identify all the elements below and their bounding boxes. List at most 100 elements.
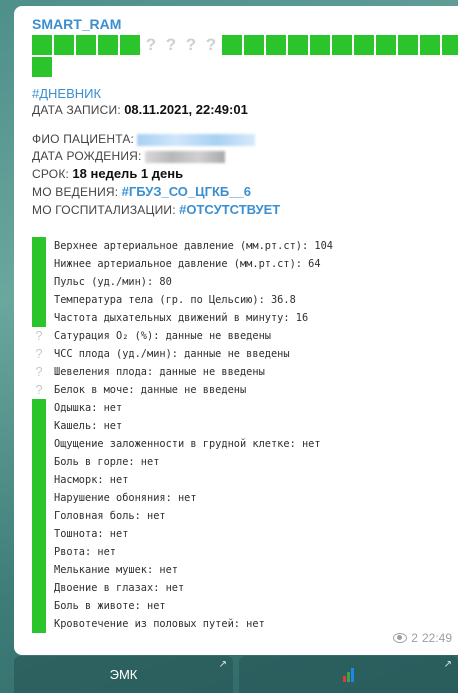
progress-square-filled xyxy=(310,35,330,55)
question-mark-icon: ? xyxy=(35,346,43,361)
progress-square-empty: ? xyxy=(165,35,177,54)
record-date-value: 08.11.2021, 22:49:01 xyxy=(124,102,248,117)
diary-item-text: Шевеления плода: данные не введены xyxy=(54,366,265,378)
green-square-icon xyxy=(32,291,46,309)
progress-square-filled xyxy=(288,35,308,55)
diary-item-text: Нижнее артериальное давление (мм.рт.ст):… xyxy=(54,258,321,270)
green-square-icon xyxy=(32,399,46,417)
green-square-icon xyxy=(32,579,46,597)
record-date-label: ДАТА ЗАПИСИ: xyxy=(32,103,121,117)
mo-hashtag[interactable]: #ГБУЗ_СО_ЦГКБ__6 xyxy=(122,184,251,199)
diary-item: Нарушение обоняния: нет xyxy=(32,489,458,507)
diary-item-text: Температура тела (гр. по Цельсию): 36.8 xyxy=(54,294,296,306)
progress-square-empty: ? xyxy=(205,35,217,54)
diary-item: Боль в животе: нет xyxy=(32,597,458,615)
green-square-icon xyxy=(32,255,46,273)
diary-items-list: Верхнее артериальное давление (мм.рт.ст)… xyxy=(32,237,458,633)
sender-name[interactable]: SMART_RAM xyxy=(32,16,458,33)
diary-item: Кашель: нет xyxy=(32,417,458,435)
progress-square-empty: ? xyxy=(145,35,157,54)
diary-item-text: Головная боль: нет xyxy=(54,510,166,522)
green-square-icon xyxy=(32,507,46,525)
diary-item-text: ЧСС плода (уд./мин): данные не введены xyxy=(54,348,290,360)
diary-item: Частота дыхательных движений в минуту: 1… xyxy=(32,309,458,327)
emk-button-label: ЭМК xyxy=(109,667,138,682)
patient-row: ФИО ПАЦИЕНТА: xyxy=(32,131,458,148)
diary-item: Пульс (уд./мин): 80 xyxy=(32,273,458,291)
green-square-icon xyxy=(32,417,46,435)
emk-button[interactable]: ЭМК ↗ xyxy=(14,656,233,693)
diary-item-text: Частота дыхательных движений в минуту: 1… xyxy=(54,312,309,324)
mo-row: МО ВЕДЕНИЯ: #ГБУЗ_СО_ЦГКБ__6 xyxy=(32,183,458,201)
term-row: СРОК: 18 недель 1 день xyxy=(32,165,458,183)
progress-square-filled xyxy=(76,35,96,55)
green-square-icon xyxy=(32,525,46,543)
inline-keyboard: ЭМК ↗ ↗ xyxy=(14,656,458,693)
diary-item: Боль в горле: нет xyxy=(32,453,458,471)
green-square-icon xyxy=(32,309,46,327)
progress-square-filled xyxy=(120,35,140,55)
diary-item: ? ЧСС плода (уд./мин): данные не введены xyxy=(32,345,458,363)
progress-square-filled xyxy=(332,35,352,55)
question-mark-icon: ? xyxy=(35,364,43,379)
diary-item-text: Тошнота: нет xyxy=(54,528,129,540)
progress-square-empty: ? xyxy=(185,35,197,54)
green-square-icon xyxy=(32,435,46,453)
progress-square-filled xyxy=(354,35,374,55)
diary-item-text: Кашель: нет xyxy=(54,420,123,432)
green-square-icon xyxy=(32,471,46,489)
eye-icon xyxy=(393,633,408,643)
bar-chart-icon xyxy=(343,667,354,682)
diary-item: Головная боль: нет xyxy=(32,507,458,525)
hosp-hashtag[interactable]: #ОТСУТСТВУЕТ xyxy=(179,202,280,217)
green-square-icon xyxy=(32,237,46,255)
chart-button[interactable]: ↗ xyxy=(239,656,458,693)
progress-square-filled xyxy=(398,35,418,55)
diary-item: Температура тела (гр. по Цельсию): 36.8 xyxy=(32,291,458,309)
diary-item-text: Сатурация O₂ (%): данные не введены xyxy=(54,330,271,342)
progress-square-filled xyxy=(376,35,396,55)
green-square-icon xyxy=(32,453,46,471)
diary-item-text: Одышка: нет xyxy=(54,402,123,414)
green-square-icon xyxy=(32,489,46,507)
progress-square-filled xyxy=(244,35,264,55)
diary-item: Двоение в глазах: нет xyxy=(32,579,458,597)
diary-item-text: Пульс (уд./мин): 80 xyxy=(54,276,172,288)
progress-square-filled xyxy=(266,35,286,55)
diary-item-text: Ощущение заложенности в грудной клетке: … xyxy=(54,438,321,450)
arrow-up-right-icon: ↗ xyxy=(218,659,227,670)
green-square-icon xyxy=(32,615,46,633)
mo-label: МО ВЕДЕНИЯ: xyxy=(32,185,119,199)
diary-item: ? Шевеления плода: данные не введены xyxy=(32,363,458,381)
diary-item: Насморк: нет xyxy=(32,471,458,489)
progress-square-filled xyxy=(222,35,242,55)
diary-item-text: Кровотечение из половых путей: нет xyxy=(54,618,265,630)
progress-indicator: ???? xyxy=(32,35,458,79)
term-value: 18 недель 1 день xyxy=(72,166,184,181)
green-square-icon xyxy=(32,597,46,615)
hosp-label: МО ГОСПИТАЛИЗАЦИИ: xyxy=(32,203,176,217)
diary-hashtag[interactable]: #ДНЕВНИК xyxy=(32,86,458,101)
question-mark-icon: ? xyxy=(35,382,43,397)
diary-item-text: Боль в животе: нет xyxy=(54,600,166,612)
term-label: СРОК: xyxy=(32,167,70,181)
diary-item: Рвота: нет xyxy=(32,543,458,561)
hosp-row: МО ГОСПИТАЛИЗАЦИИ: #ОТСУТСТВУЕТ xyxy=(32,201,458,219)
green-square-icon xyxy=(32,561,46,579)
green-square-icon xyxy=(32,543,46,561)
diary-item: Тошнота: нет xyxy=(32,525,458,543)
progress-square-filled xyxy=(420,35,440,55)
patient-name-redacted xyxy=(137,133,256,146)
diary-item-text: Мелькание мушек: нет xyxy=(54,564,178,576)
diary-item-text: Двоение в глазах: нет xyxy=(54,582,185,594)
record-date-row: ДАТА ЗАПИСИ: 08.11.2021, 22:49:01 xyxy=(32,101,458,119)
birth-label: ДАТА РОЖДЕНИЯ: xyxy=(32,149,142,163)
message-bubble: SMART_RAM ???? #ДНЕВНИК ДАТА ЗАПИСИ: 08.… xyxy=(14,6,458,655)
progress-square-filled xyxy=(32,35,52,55)
progress-square-filled xyxy=(54,35,74,55)
diary-item: ? Белок в моче: данные не введены xyxy=(32,381,458,399)
diary-item: Нижнее артериальное давление (мм.рт.ст):… xyxy=(32,255,458,273)
diary-item-text: Боль в горле: нет xyxy=(54,456,160,468)
message-time: 22:49 xyxy=(421,631,452,645)
arrow-up-right-icon: ↗ xyxy=(443,659,452,670)
